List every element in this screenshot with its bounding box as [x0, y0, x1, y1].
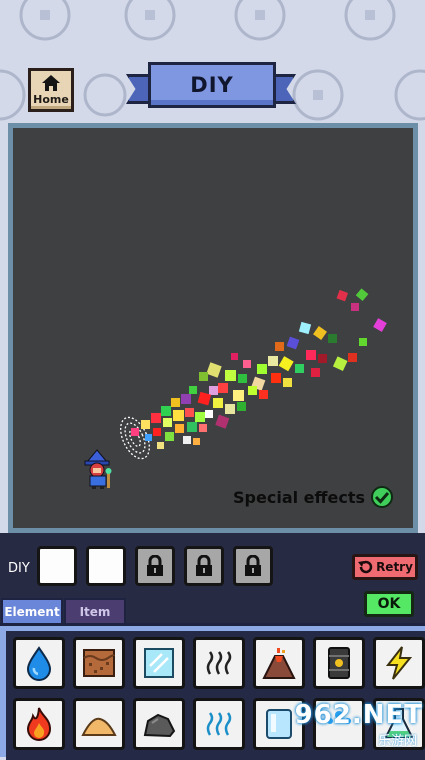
wizard-character	[84, 449, 112, 489]
element-splash[interactable]	[313, 698, 365, 750]
element-oil[interactable]	[313, 637, 365, 689]
element-soil[interactable]	[73, 637, 125, 689]
home-icon	[42, 75, 60, 91]
volcano-icon	[262, 648, 296, 679]
stone-icon	[143, 713, 176, 738]
flask-icon	[384, 708, 414, 738]
retry-icon	[358, 560, 373, 574]
lock-icon	[196, 555, 212, 576]
water-drop-icon	[26, 646, 52, 681]
element-panel	[0, 623, 425, 760]
page-title: DIY	[148, 62, 276, 108]
home-label: Home	[33, 93, 69, 106]
ice-icon	[266, 709, 292, 739]
lock-icon	[147, 555, 163, 576]
retry-button[interactable]: Retry	[352, 554, 418, 580]
element-stone[interactable]	[133, 698, 185, 750]
diy-slot-3-locked	[135, 546, 175, 586]
retry-label: Retry	[376, 560, 413, 574]
element-flask[interactable]	[373, 698, 425, 750]
diy-slot-4-locked	[184, 546, 224, 586]
glass-icon	[144, 648, 174, 678]
tab-element[interactable]: Element	[1, 598, 63, 624]
sand-icon	[81, 717, 117, 736]
splash-icon	[327, 711, 351, 724]
gas-icon	[206, 712, 232, 736]
element-fire[interactable]	[13, 698, 65, 750]
element-grid	[6, 631, 425, 760]
element-volcano[interactable]	[253, 637, 305, 689]
tab-item[interactable]: Item	[64, 598, 126, 624]
steam-icon	[206, 651, 232, 675]
element-sand[interactable]	[73, 698, 125, 750]
special-effects-label: Special effects	[233, 487, 365, 507]
diy-slot-2[interactable]	[86, 546, 126, 586]
fire-icon	[26, 707, 52, 741]
diy-label: DIY	[8, 561, 30, 576]
special-effects-toggle[interactable]: Special effects	[233, 486, 393, 508]
game-canvas[interactable]: Special effects	[8, 123, 418, 533]
checkmark-icon	[371, 486, 393, 508]
soil-icon	[83, 649, 115, 677]
element-water[interactable]	[13, 637, 65, 689]
diy-slot-1[interactable]	[37, 546, 77, 586]
title-banner: DIY	[126, 60, 296, 114]
diy-slot-5-locked	[233, 546, 273, 586]
oil-barrel-icon	[328, 647, 350, 679]
lightning-icon	[385, 646, 413, 680]
particles	[131, 288, 387, 449]
element-lightning[interactable]	[373, 637, 425, 689]
element-glass[interactable]	[133, 637, 185, 689]
element-steam[interactable]	[193, 637, 245, 689]
ok-button[interactable]: OK	[364, 591, 414, 617]
particle-effects	[84, 288, 387, 489]
element-gas[interactable]	[193, 698, 245, 750]
element-ice[interactable]	[253, 698, 305, 750]
lock-icon	[245, 555, 261, 576]
home-button[interactable]: Home	[28, 68, 74, 112]
